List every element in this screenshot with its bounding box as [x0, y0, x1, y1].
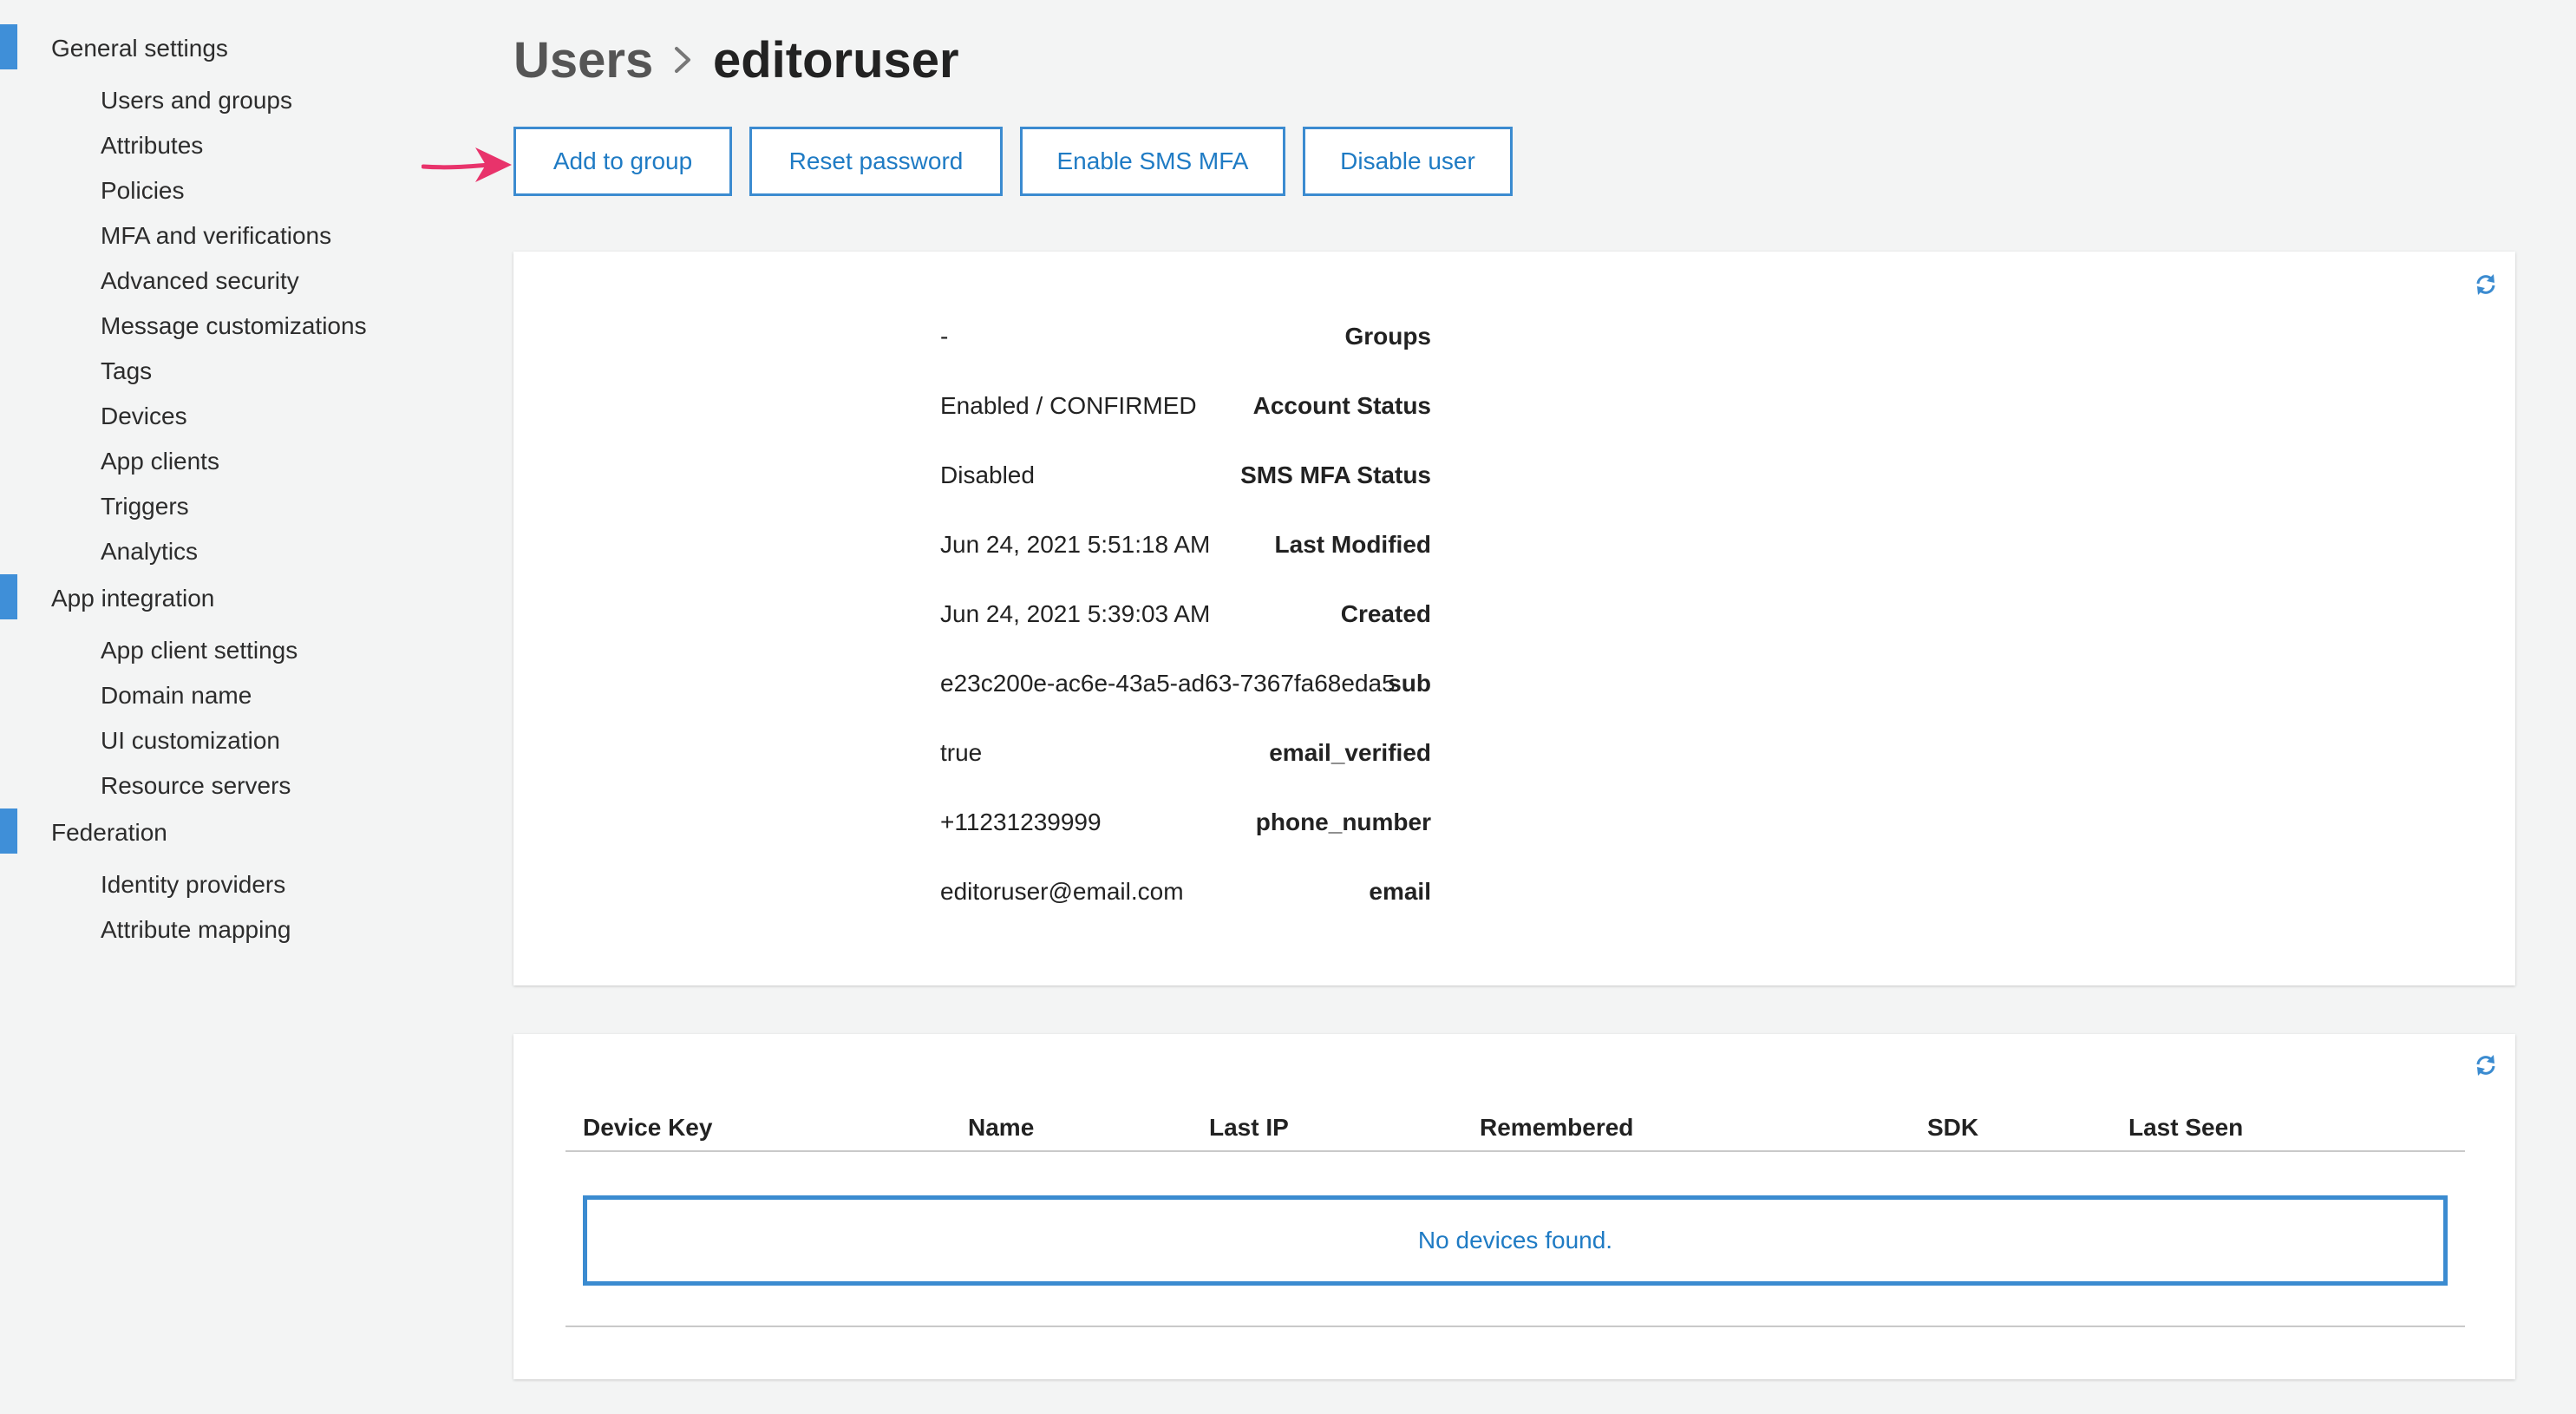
sidebar-item-advanced-security[interactable]: Advanced security	[101, 267, 299, 295]
refresh-icon[interactable]	[2474, 272, 2498, 297]
detail-value: editoruser@email.com	[940, 878, 1184, 905]
sidebar-item-triggers[interactable]: Triggers	[101, 493, 189, 520]
devices-panel: Device Key Name Last IP Remembered SDK L…	[513, 1034, 2515, 1379]
sidebar-item-app-client-settings[interactable]: App client settings	[101, 637, 297, 664]
sidebar-item-app-clients[interactable]: App clients	[101, 448, 219, 475]
sidebar-item-analytics[interactable]: Analytics	[101, 538, 198, 566]
sidebar-item-domain-name[interactable]: Domain name	[101, 682, 252, 710]
column-header-name[interactable]: Name	[968, 1114, 1034, 1142]
detail-value: Disabled	[940, 462, 1035, 488]
detail-value: e23c200e-ac6e-43a5-ad63-7367fa68eda5	[940, 670, 1396, 697]
sidebar-item-resource-servers[interactable]: Resource servers	[101, 772, 291, 800]
detail-value: +11231239999	[940, 808, 1102, 835]
annotation-arrow-icon	[422, 147, 512, 182]
column-header-last-seen[interactable]: Last Seen	[2128, 1114, 2243, 1142]
user-details-panel: Groups - Account Status Enabled / CONFIR…	[513, 252, 2515, 985]
sidebar-section-app-integration[interactable]: App integration	[0, 574, 486, 619]
sidebar-section-general-settings[interactable]: General settings	[0, 24, 486, 69]
chevron-right-icon	[675, 47, 690, 73]
detail-label: SMS MFA Status	[1240, 462, 1431, 488]
sidebar-item-mfa-and-verifications[interactable]: MFA and verifications	[101, 222, 331, 250]
sidebar-item-identity-providers[interactable]: Identity providers	[101, 871, 285, 899]
detail-value: -	[940, 323, 949, 350]
detail-label: Groups	[1344, 323, 1431, 350]
empty-state-message: No devices found.	[583, 1195, 2448, 1286]
sidebar-section-federation[interactable]: Federation	[0, 808, 486, 854]
sidebar-item-policies[interactable]: Policies	[101, 177, 184, 205]
section-indicator	[0, 808, 17, 854]
reset-password-button[interactable]: Reset password	[749, 127, 1003, 196]
column-header-remembered[interactable]: Remembered	[1480, 1114, 1633, 1142]
disable-user-button[interactable]: Disable user	[1303, 127, 1513, 196]
breadcrumb-users-link[interactable]: Users	[513, 31, 653, 89]
add-to-group-button[interactable]: Add to group	[513, 127, 732, 196]
detail-label: email_verified	[1269, 739, 1431, 766]
detail-value: Jun 24, 2021 5:39:03 AM	[940, 600, 1211, 627]
sidebar-item-devices[interactable]: Devices	[101, 403, 187, 430]
column-header-last-ip[interactable]: Last IP	[1209, 1114, 1289, 1142]
sidebar-item-users-and-groups[interactable]: Users and groups	[101, 87, 292, 115]
section-indicator	[0, 574, 17, 619]
detail-value: Enabled / CONFIRMED	[940, 392, 1197, 419]
sidebar-section-label: Federation	[51, 819, 167, 846]
sidebar-item-attributes[interactable]: Attributes	[101, 132, 203, 160]
page-title: editoruser	[713, 32, 959, 88]
sidebar-item-tags[interactable]: Tags	[101, 357, 152, 385]
sidebar-item-message-customizations[interactable]: Message customizations	[101, 312, 367, 340]
detail-value: Jun 24, 2021 5:51:18 AM	[940, 531, 1211, 558]
detail-value: true	[940, 739, 983, 766]
section-indicator	[0, 24, 17, 69]
refresh-icon[interactable]	[2474, 1053, 2498, 1077]
table-divider	[566, 1150, 2465, 1152]
column-header-device-key[interactable]: Device Key	[583, 1114, 712, 1142]
sidebar-item-attribute-mapping[interactable]: Attribute mapping	[101, 916, 291, 944]
enable-sms-mfa-button[interactable]: Enable SMS MFA	[1020, 127, 1285, 196]
sidebar-item-ui-customization[interactable]: UI customization	[101, 727, 280, 755]
sidebar-section-label: General settings	[51, 35, 228, 62]
table-divider	[566, 1326, 2465, 1327]
column-header-sdk[interactable]: SDK	[1927, 1114, 1978, 1142]
sidebar-nav: General settings Users and groups Attrib…	[0, 0, 486, 1414]
sidebar-section-label: App integration	[51, 585, 215, 612]
